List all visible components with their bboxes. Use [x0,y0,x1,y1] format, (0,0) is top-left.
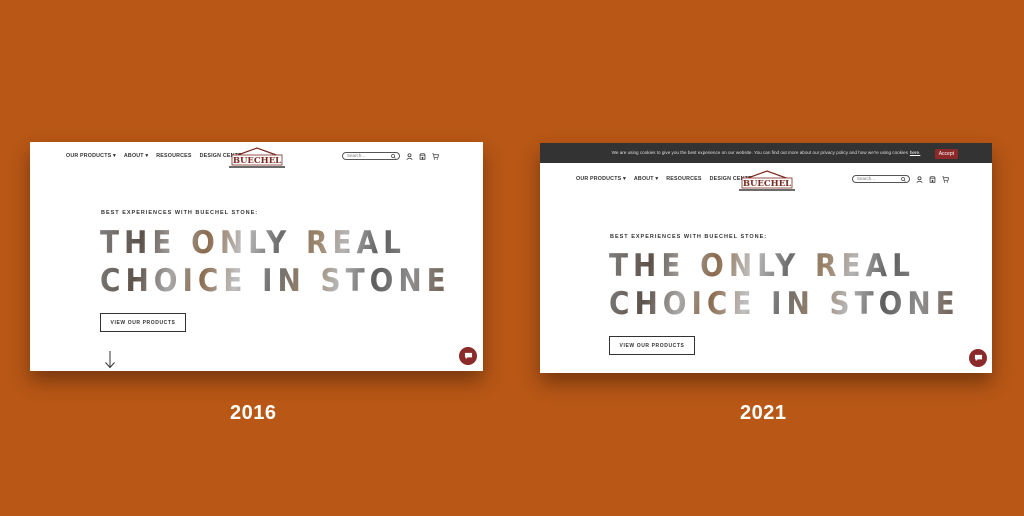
screenshot-2021: We are using cookies to give you the bes… [540,143,992,373]
chat-icon [464,352,472,360]
down-arrow-icon[interactable] [104,351,116,369]
buechel-logo[interactable]: BUECHEL [229,147,285,169]
search-placeholder: Search... [347,153,366,158]
hero-headline: THE ONLY REAL CHOICE IN STONE [609,247,960,323]
nav-menu: OUR PRODUCTS ▾ ABOUT ▾ RESOURCES DESIGN … [66,153,250,159]
nav-about[interactable]: ABOUT ▾ [634,176,658,182]
buechel-logo[interactable]: BUECHEL [739,170,795,192]
year-label-2021: 2021 [740,402,787,424]
user-icon[interactable] [916,175,923,183]
cookie-banner: We are using cookies to give you the bes… [540,143,992,163]
nav-menu: OUR PRODUCTS ▾ ABOUT ▾ RESOURCES DESIGN … [576,176,760,182]
nav-our-products[interactable]: OUR PRODUCTS ▾ [66,153,116,159]
search-icon[interactable] [391,154,396,159]
site-nav: OUR PRODUCTS ▾ ABOUT ▾ RESOURCES DESIGN … [540,165,992,195]
headline-line-2: CHOICE IN STONE [609,286,960,322]
logo-text: BUECHEL [233,156,281,166]
nav-about[interactable]: ABOUT ▾ [124,153,148,159]
headline-line-1: THE ONLY REAL [100,225,406,261]
cart-icon[interactable] [942,175,949,183]
hero-eyebrow: BEST EXPERIENCES WITH BUECHEL STONE: [610,234,768,240]
cookie-accept-button[interactable]: Accept [934,149,958,159]
search-placeholder: Search... [857,176,876,181]
nav-our-products[interactable]: OUR PRODUCTS ▾ [576,176,626,182]
chat-icon [974,354,982,362]
view-products-button[interactable]: VIEW OUR PRODUCTS [609,336,695,355]
chat-button[interactable] [459,347,477,365]
store-icon[interactable] [419,152,426,160]
nav-resources[interactable]: RESOURCES [666,176,701,182]
nav-actions: Search... [342,151,439,161]
store-icon[interactable] [929,175,936,183]
cookie-text: We are using cookies to give you the bes… [611,150,908,155]
nav-actions: Search... [852,174,949,184]
search-input[interactable]: Search... [852,175,910,183]
search-icon[interactable] [901,177,906,182]
screenshot-2016: OUR PRODUCTS ▾ ABOUT ▾ RESOURCES DESIGN … [30,142,483,371]
year-label-2016: 2016 [230,402,277,424]
chat-button[interactable] [969,349,987,367]
hero-headline: THE ONLY REAL CHOICE IN STONE [100,224,451,300]
cart-icon[interactable] [432,152,439,160]
hero-eyebrow: BEST EXPERIENCES WITH BUECHEL STONE: [101,210,259,216]
nav-resources[interactable]: RESOURCES [156,153,191,159]
user-icon[interactable] [406,152,413,160]
headline-line-1: THE ONLY REAL [609,248,915,284]
view-products-button[interactable]: VIEW OUR PRODUCTS [100,313,186,332]
search-input[interactable]: Search... [342,152,400,160]
logo-text: BUECHEL [743,179,791,189]
site-nav: OUR PRODUCTS ▾ ABOUT ▾ RESOURCES DESIGN … [30,142,483,172]
cookie-link[interactable]: here. [910,143,920,163]
headline-line-2: CHOICE IN STONE [100,263,451,299]
